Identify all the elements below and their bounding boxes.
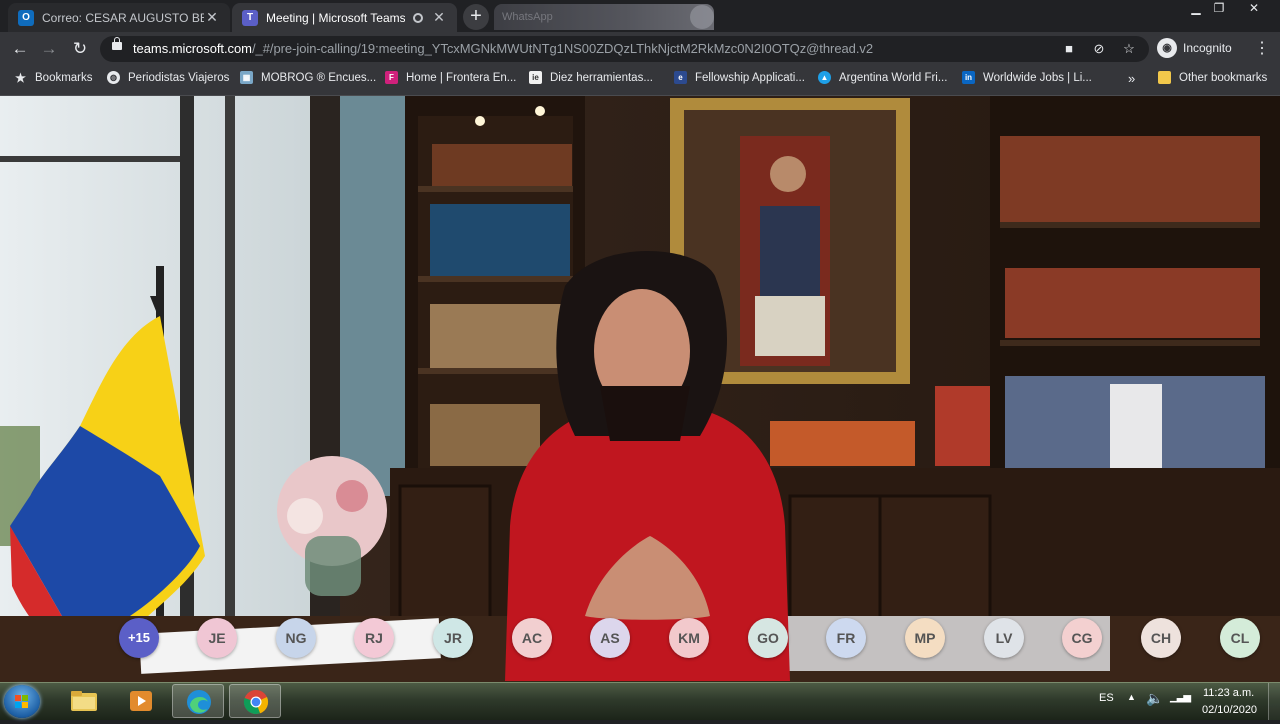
file-explorer-icon [71,691,97,711]
chrome-icon [243,690,269,715]
tab-outlook[interactable]: O Correo: CESAR AUGUSTO BELLO ✕ [8,3,230,32]
bookmark-label: Bookmarks [35,71,93,84]
bookmark-star-icon[interactable]: ☆ [1120,40,1138,58]
bookmark-item[interactable]: F Home | Frontera En... [385,71,516,84]
close-icon[interactable]: ✕ [431,9,447,26]
participant-avatar[interactable]: CL [1220,618,1260,658]
chrome-button[interactable] [229,684,281,718]
bookmark-item[interactable]: ◍ Periodistas Viajeros [107,71,229,84]
lock-icon[interactable] [112,37,122,50]
dragged-tab-ghost: WhatsApp [494,4,714,30]
bookmark-label: Diez herramientas... [550,71,653,84]
tab-teams[interactable]: T Meeting | Microsoft Teams ✕ [232,3,457,32]
file-explorer-button[interactable] [58,684,110,718]
mobrog-icon: ▦ [240,71,253,84]
bookmark-label: Periodistas Viajeros [128,71,230,84]
outlook-icon: O [18,9,34,26]
tab-title: Meeting | Microsoft Teams [266,10,405,25]
other-bookmarks[interactable]: Other bookmarks [1158,71,1267,84]
url-text[interactable]: teams.microsoft.com/_#/pre-join-calling/… [133,41,873,56]
reload-button[interactable]: ↻ [69,38,91,60]
page-icon: ie [529,71,542,84]
incognito-icon: ◉ [1157,38,1177,58]
video-feed-illustration [0,96,1280,682]
participant-avatar[interactable]: LV [984,618,1024,658]
forward-button[interactable]: → [38,38,60,60]
more-participants-badge[interactable]: +15 [119,618,159,658]
network-signal-icon[interactable]: ▁▃▅ [1170,692,1191,703]
tab-title: Correo: CESAR AUGUSTO BELLO [42,10,204,25]
participant-avatar[interactable]: RJ [354,618,394,658]
new-tab-button[interactable]: + [463,4,489,30]
browser-menu-icon[interactable]: ⋮ [1254,38,1270,58]
maximize-button[interactable]: ❐ [1205,0,1233,18]
bookmark-label: Argentina World Fri... [839,71,948,84]
bookmark-item[interactable]: ▦ MOBROG ® Encues... [240,71,376,84]
close-window-button[interactable]: ✕ [1240,0,1268,18]
bookmark-item[interactable]: in Worldwide Jobs | Li... [962,71,1092,84]
ghost-tab-icon [690,5,714,29]
participant-avatar[interactable]: NG [276,618,316,658]
participant-avatar[interactable]: AS [590,618,630,658]
participant-avatar[interactable]: MP [905,618,945,658]
bookmark-label: MOBROG ® Encues... [261,71,377,84]
bookmark-item[interactable]: e Fellowship Applicati... [674,71,805,84]
bookmark-label: Home | Frontera En... [406,71,517,84]
bookmark-label: Worldwide Jobs | Li... [983,71,1092,84]
incognito-label: Incognito [1183,41,1232,55]
windows-taskbar: ES ▲ 🔈 ▁▃▅ 11:23 a.m. 02/10/2020 [0,682,1280,720]
bookmark-item[interactable]: ▲ Argentina World Fri... [818,71,947,84]
incognito-indicator[interactable]: ◉ Incognito [1157,38,1232,58]
language-indicator[interactable]: ES [1099,692,1114,704]
ghost-tab-title: WhatsApp [502,11,553,23]
url-host: teams.microsoft.com [133,41,252,56]
tab-strip: O Correo: CESAR AUGUSTO BELLO ✕ T Meetin… [0,0,1280,32]
frontera-icon: F [385,71,398,84]
close-icon[interactable]: ✕ [204,9,220,26]
participant-avatar[interactable]: AC [512,618,552,658]
start-button[interactable] [4,685,40,718]
meeting-video-stage [0,96,1280,682]
bookmarks-overflow-button[interactable]: » [1128,71,1135,86]
linkedin-icon: in [962,71,975,84]
participant-avatar[interactable]: JR [433,618,473,658]
bookmarks-bar: ★ Bookmarks ◍ Periodistas Viajeros ▦ MOB… [0,66,1280,96]
participant-avatar[interactable]: CH [1141,618,1181,658]
participant-avatar[interactable]: KM [669,618,709,658]
edge-icon [187,690,211,714]
media-player-icon [130,691,152,711]
clock-date[interactable]: 02/10/2020 [1202,704,1257,716]
globe-icon: ◍ [107,71,120,84]
bookmark-label: Other bookmarks [1179,71,1268,84]
overflow-chevron-icon: » [1128,71,1136,86]
folder-icon [1158,71,1171,84]
argentina-icon: ▲ [818,71,831,84]
teams-icon: T [242,9,258,26]
show-desktop-button[interactable] [1268,683,1280,720]
volume-icon[interactable]: 🔈 [1146,690,1163,707]
participant-avatar[interactable]: CG [1062,618,1102,658]
browser-toolbar: ← → ↻ teams.microsoft.com/_#/pre-join-ca… [0,32,1280,66]
recording-icon [413,12,423,23]
back-button[interactable]: ← [9,38,31,60]
address-bar[interactable]: teams.microsoft.com/_#/pre-join-calling/… [100,36,1149,62]
participant-avatar[interactable]: FR [826,618,866,658]
participant-avatar[interactable]: JE [197,618,237,658]
windows-logo-icon [15,695,28,708]
tray-overflow-icon[interactable]: ▲ [1127,692,1136,702]
fellowship-icon: e [674,71,687,84]
bookmark-label: Fellowship Applicati... [695,71,805,84]
url-path: /_#/pre-join-calling/19:meeting_YTcxMGNk… [251,41,874,56]
bookmark-item[interactable]: ie Diez herramientas... [529,71,653,84]
participant-roster: +15 JE NG RJ JR AC AS KM GO FR MP LV CG … [0,618,1280,658]
bookmarks-manager[interactable]: ★ Bookmarks [14,70,93,85]
media-player-button[interactable] [115,684,167,718]
camera-icon[interactable]: ■ [1060,40,1078,58]
participant-avatar[interactable]: GO [748,618,788,658]
clock-time[interactable]: 11:23 a.m. [1203,687,1254,699]
tracking-blocked-icon[interactable]: ⊘ [1090,40,1108,58]
edge-button[interactable] [172,684,224,718]
star-icon: ★ [15,70,26,85]
